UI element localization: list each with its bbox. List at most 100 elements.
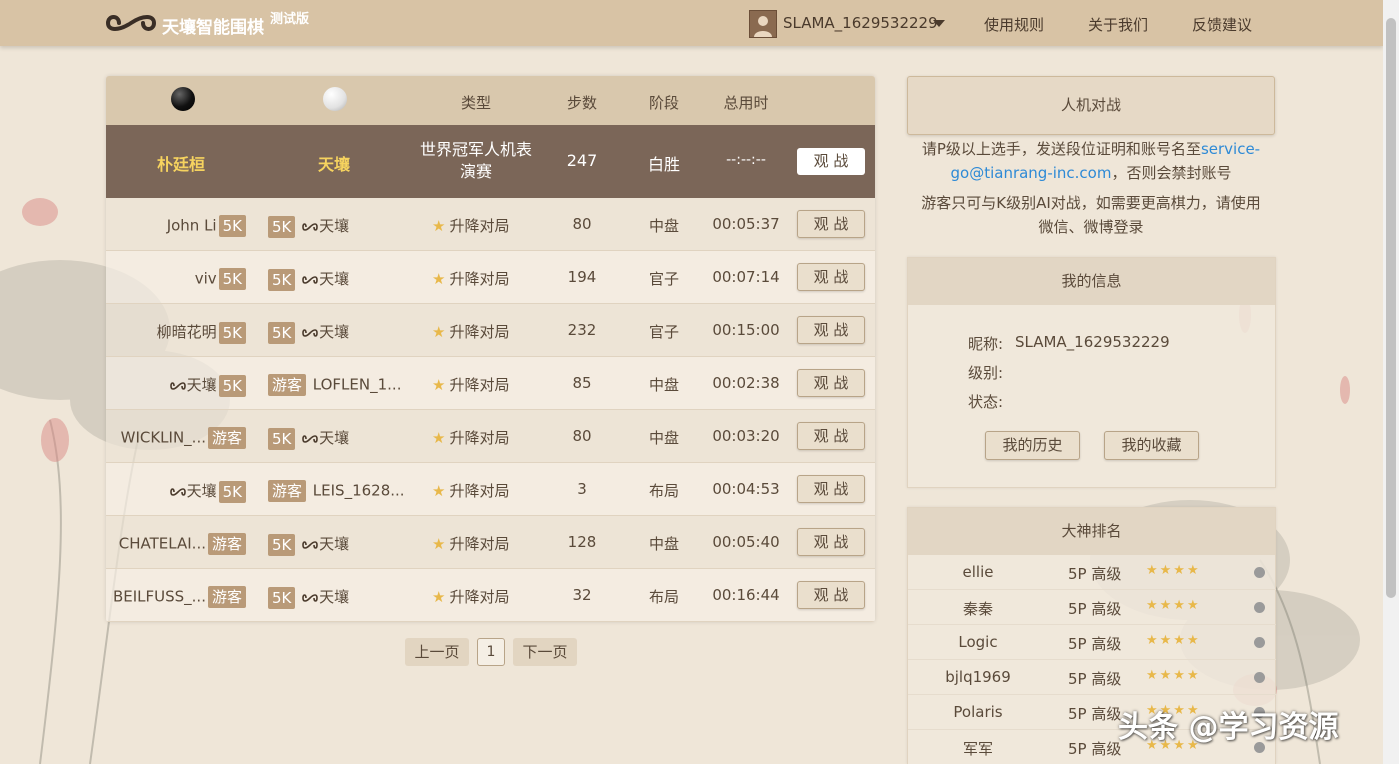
tianrang-mini-logo-icon (302, 275, 318, 284)
game-type-label: 升降对局 (449, 535, 510, 553)
watch-button[interactable]: 观 战 (797, 210, 865, 238)
star-icon: ★ (432, 588, 446, 606)
user-name[interactable]: SLAMA_1629532229 (783, 14, 938, 32)
black-player-name[interactable]: 天壤 (187, 376, 217, 394)
white-player-name[interactable]: 天壤 (319, 270, 349, 288)
watch-button[interactable]: 观 战 (797, 581, 865, 609)
nav-feedback[interactable]: 反馈建议 (1192, 14, 1252, 35)
watermark: 头条 @学习资源 (1118, 710, 1339, 745)
black-rank-badge: 游客 (207, 427, 246, 449)
ranking-player-name[interactable]: Polaris (908, 703, 1048, 721)
white-player-name[interactable]: 天壤 (319, 429, 349, 447)
ranking-player-name[interactable]: bjlq1969 (908, 668, 1048, 686)
featured-watch-button[interactable]: 观 战 (797, 148, 865, 175)
ranking-row[interactable]: Logic 5P 高级 ★★★★ (908, 625, 1276, 660)
table-row[interactable]: John Li 5K 5K 天壤 ★ 升降对局 80 中盘 00:05:37 观 战 (106, 198, 875, 251)
table-row[interactable]: 天壤 5K 游客 LEIS_1628... ★ 升降对局 3 布局 00:04:53 观 战 (106, 463, 875, 516)
ranking-player-name[interactable]: ellie (908, 563, 1048, 581)
watch-button[interactable]: 观 战 (797, 475, 865, 503)
my-favorites-button[interactable]: 我的收藏 (1104, 431, 1199, 460)
black-player: viv 5K (195, 268, 248, 290)
ranking-player-name[interactable]: 秦秦 (908, 598, 1048, 619)
ranking-level: 5P 高级 (1068, 740, 1122, 758)
black-player-name[interactable]: CHATELAI... (119, 535, 206, 553)
move-count: 80 (572, 427, 592, 445)
black-player-name[interactable]: 柳暗花明 (157, 323, 217, 341)
table-row[interactable]: BEILFUSS_... 游客 5K 天壤 ★ 升降对局 32 布局 00:16:44 观 战 (106, 569, 875, 622)
white-player-name[interactable]: 天壤 (319, 588, 349, 606)
watch-button[interactable]: 观 战 (797, 263, 865, 291)
ranking-row[interactable]: ellie 5P 高级 ★★★★ (908, 555, 1276, 590)
black-player-name[interactable]: BEILFUSS_... (113, 588, 206, 606)
table-row[interactable]: CHATELAI... 游客 5K 天壤 ★ 升降对局 128 中盘 00:05:40 观 战 (106, 516, 875, 569)
table-row[interactable]: 天壤 5K 游客 LOFLEN_1... ★ 升降对局 85 中盘 00:02:38 观 战 (106, 357, 875, 410)
total-time: 00:05:40 (712, 533, 780, 551)
page-scrollbar[interactable] (1383, 0, 1399, 764)
white-player: 游客 LEIS_1628... (266, 480, 405, 502)
white-player-name[interactable]: 天壤 (319, 323, 349, 341)
current-page[interactable]: 1 (477, 638, 505, 666)
game-stage: 官子 (648, 323, 679, 341)
black-rank-badge: 游客 (207, 586, 246, 608)
watch-button[interactable]: 观 战 (797, 369, 865, 397)
move-count: 85 (572, 374, 592, 392)
watch-button[interactable]: 观 战 (797, 528, 865, 556)
star-icon: ★ (432, 482, 446, 500)
email-link-part2[interactable]: go@tianrang-inc.com (951, 164, 1112, 182)
scrollbar-thumb[interactable] (1386, 18, 1396, 598)
nav-about[interactable]: 关于我们 (1088, 14, 1148, 35)
ranking-player-name[interactable]: 军军 (908, 738, 1048, 759)
black-player-name[interactable]: John Li (167, 217, 217, 235)
tianrang-mini-logo-icon (169, 487, 186, 496)
nickname-value: SLAMA_1629532229 (1015, 333, 1170, 351)
star-icon: ★ (432, 217, 446, 235)
tianrang-mini-logo-icon (302, 593, 318, 602)
star-icon: ★ (432, 270, 446, 288)
ranking-title: 大神排名 (908, 508, 1275, 555)
white-player-name[interactable]: LOFLEN_1... (313, 376, 402, 394)
table-row[interactable]: 柳暗花明 5K 5K 天壤 ★ 升降对局 232 官子 00:15:00 观 战 (106, 304, 875, 357)
tianrang-logo-icon[interactable] (106, 10, 156, 36)
white-rank-badge: 5K (268, 586, 296, 609)
watch-button[interactable]: 观 战 (797, 316, 865, 344)
featured-type-line2: 演赛 (459, 162, 492, 181)
ranking-row[interactable]: 秦秦 5P 高级 ★★★★ (908, 590, 1276, 625)
table-row[interactable]: viv 5K 5K 天壤 ★ 升降对局 194 官子 00:07:14 观 战 (106, 251, 875, 304)
black-player-name[interactable]: WICKLIN_... (121, 429, 206, 447)
p-level-notice-tail: ，否则会禁封账号 (1111, 164, 1232, 182)
next-page-button[interactable]: 下一页 (513, 638, 577, 666)
tianrang-mini-logo-icon (169, 381, 186, 390)
black-rank-badge: 5K (218, 480, 246, 503)
brand-name[interactable]: 天壤智能围棋 (162, 13, 264, 38)
ranking-player-name[interactable]: Logic (908, 633, 1048, 651)
black-player-name[interactable]: viv (195, 270, 217, 288)
prev-page-button[interactable]: 上一页 (405, 638, 469, 666)
ranking-row[interactable]: bjlq1969 5P 高级 ★★★★ (908, 660, 1276, 695)
ranking-level: 5P 高级 (1068, 565, 1122, 583)
move-count: 128 (567, 533, 597, 551)
table-row[interactable]: WICKLIN_... 游客 5K 天壤 ★ 升降对局 80 中盘 00:03:20 观 战 (106, 410, 875, 463)
chevron-down-icon[interactable] (933, 20, 945, 27)
header-type: 类型 (460, 94, 491, 112)
ai-match-button[interactable]: 人机对战 (907, 76, 1275, 135)
user-avatar[interactable] (749, 10, 777, 38)
email-link-part1[interactable]: service- (1201, 140, 1260, 158)
game-stage: 布局 (648, 482, 679, 500)
online-status-dot (1254, 567, 1265, 578)
watch-button[interactable]: 观 战 (797, 422, 865, 450)
total-time: 00:05:37 (712, 215, 780, 233)
my-history-button[interactable]: 我的历史 (985, 431, 1080, 460)
black-player: 柳暗花明 5K (157, 321, 248, 344)
game-type: ★ 升降对局 (432, 374, 509, 395)
white-player-name[interactable]: 天壤 (319, 535, 349, 553)
black-player-name[interactable]: 天壤 (187, 482, 217, 500)
nav-rules[interactable]: 使用规则 (984, 14, 1044, 35)
white-player: 5K 天壤 (266, 321, 349, 344)
white-player-name[interactable]: LEIS_1628... (313, 482, 405, 500)
featured-game-row[interactable]: 朴廷桓 天壤 世界冠军人机表 演赛 247 白胜 --:--:-- 观 战 (106, 125, 875, 198)
black-player: John Li 5K (167, 215, 248, 237)
guest-notice: 游客只可与K级别AI对战，如需要更高棋力，请使用 微信、微博登录 (907, 191, 1275, 239)
tianrang-mini-logo-icon (302, 434, 318, 443)
header-time: 总用时 (723, 94, 769, 112)
white-player-name[interactable]: 天壤 (319, 217, 349, 235)
